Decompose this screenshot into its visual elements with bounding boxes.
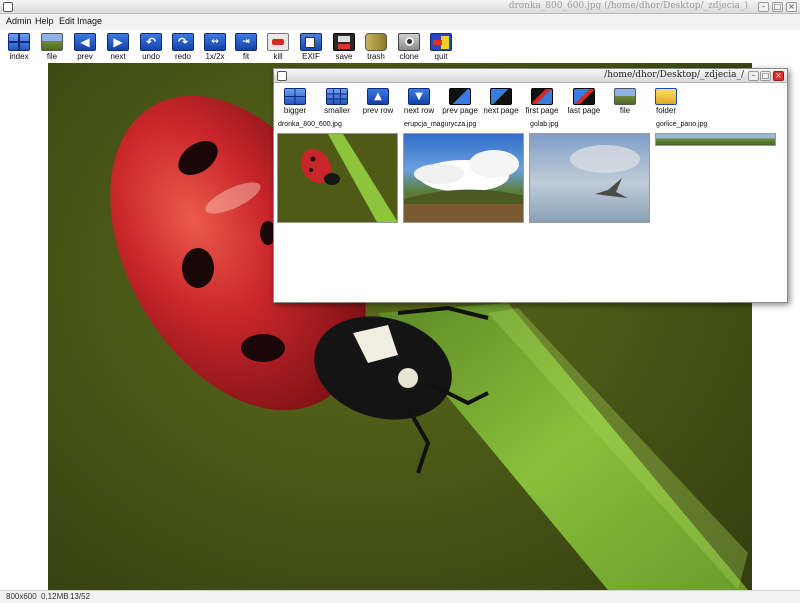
redo-icon: ↷ (172, 33, 194, 51)
prev-page-icon (449, 88, 471, 105)
index-button[interactable]: index (5, 32, 35, 62)
index-window-app-icon[interactable] (277, 71, 287, 81)
prev-row-icon: ▲ (367, 88, 389, 105)
quit-button[interactable]: quit (427, 32, 457, 62)
folder-icon (655, 88, 677, 105)
file-button[interactable]: file (38, 32, 68, 62)
grid-smaller-icon (326, 88, 348, 105)
main-toolbar: index file ◀ prev ▶ next ↶ undo ↷ redo ↔… (0, 30, 800, 63)
file-landscape-icon (41, 33, 63, 51)
grid-bigger-icon (284, 88, 306, 105)
menu-edit-image[interactable]: Edit Image (59, 16, 102, 26)
floppy-disk-icon (333, 33, 355, 51)
app-icon[interactable] (3, 2, 13, 12)
trash-icon (365, 33, 387, 51)
menu-help[interactable]: Help (35, 16, 54, 26)
index-window-titlebar[interactable]: /home/dhor/Desktop/_zdjecia_/ – □ × (274, 69, 787, 83)
arrow-left-icon: ◀ (74, 33, 96, 51)
undo-icon: ↶ (140, 33, 162, 51)
folder-button[interactable]: folder (646, 87, 686, 117)
thumbnail-gorlice-pano[interactable] (655, 133, 776, 146)
maximize-button[interactable]: □ (772, 2, 783, 12)
next-row-icon: ▼ (408, 88, 430, 105)
status-dimensions: 800x600 (6, 592, 37, 601)
thumbnail-label: golab.jpg (530, 121, 559, 128)
index-toolbar: bigger smaller ▲ prev row ▼ next row pre… (274, 84, 787, 118)
arrow-right-icon: ▶ (107, 33, 129, 51)
thumbnail-label: dronka_800_600.jpg (278, 121, 342, 128)
zoom-toggle-icon: ↔ (204, 33, 226, 51)
index-grid-icon (8, 33, 30, 51)
file-landscape-icon (614, 88, 636, 105)
kill-icon (267, 33, 289, 51)
trash-button[interactable]: trash (362, 32, 392, 62)
next-page-icon (490, 88, 512, 105)
menu-admin[interactable]: Admin (6, 16, 32, 26)
first-page-icon (531, 88, 553, 105)
index-window-title: /home/dhor/Desktop/_zdjecia_/ (604, 70, 744, 80)
status-bar: 800x600 0,12MB 13/52 (0, 590, 800, 603)
prev-button[interactable]: ◀ prev (71, 32, 101, 62)
kill-button[interactable]: kill (264, 32, 294, 62)
last-page-icon (573, 88, 595, 105)
minimize-button[interactable]: – (758, 2, 769, 12)
thumbnail-label: gorlice_pano.jpg (656, 121, 708, 128)
thumbnail-golab[interactable] (529, 133, 650, 223)
thumbnail-erupcja[interactable] (403, 133, 524, 223)
index-maximize-button[interactable]: □ (760, 71, 771, 81)
status-filesize: 0,12MB (41, 592, 69, 601)
next-button[interactable]: ▶ next (104, 32, 134, 62)
index-close-button[interactable]: × (773, 71, 784, 81)
status-position: 13/52 (70, 592, 91, 601)
thumbnail-label: erupcja_magurycza.jpg (404, 121, 477, 128)
menu-bar: Admin Help Edit Image (0, 14, 800, 30)
camera-icon (398, 33, 420, 51)
index-window[interactable]: /home/dhor/Desktop/_zdjecia_/ – □ × bigg… (273, 68, 788, 303)
quit-door-icon (430, 33, 452, 51)
exif-icon (300, 33, 322, 51)
index-minimize-button[interactable]: – (748, 71, 759, 81)
window-title: dronka_800_600.jpg (/home/dhor/Desktop/_… (508, 1, 748, 11)
window-titlebar[interactable]: dronka_800_600.jpg (/home/dhor/Desktop/_… (0, 0, 800, 14)
exif-button[interactable]: EXIF (297, 32, 327, 62)
thumbnail-dronka[interactable] (277, 133, 398, 223)
close-button[interactable]: × (786, 2, 797, 12)
fit-icon: ⇥ (235, 33, 257, 51)
